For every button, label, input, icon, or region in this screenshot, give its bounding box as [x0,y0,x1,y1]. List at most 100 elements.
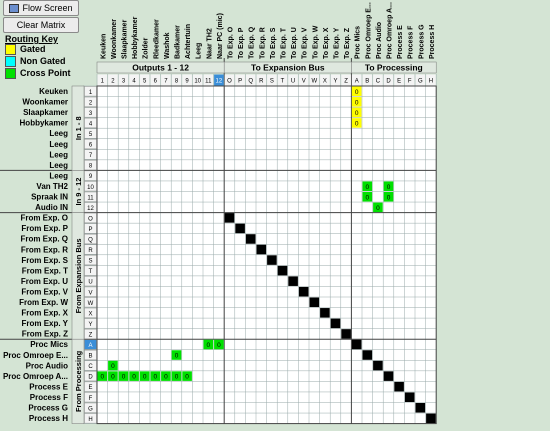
input-group-label: From Processing [74,350,83,412]
row-label-z: From Exp. Z [22,330,68,339]
column-label-p: To Exp. P [238,27,245,59]
column-label-z: To Exp. Z [344,27,351,59]
row-label-6: Leeg [49,140,68,149]
row-label-b: Proc Omroep E... [3,351,68,360]
crosspoint-o-o[interactable] [224,213,235,223]
row-label-g: Process G [28,404,68,413]
row-id-h: H [88,417,92,423]
output-group-label: To Processing [365,63,423,73]
column-label-v: To Exp. V [302,27,309,59]
column-id-t: T [281,79,285,85]
row-id-e: E [88,385,92,391]
crosspoint-u-u[interactable] [288,276,298,286]
row-label-r: From Exp. R [21,245,68,254]
crosspoint-value: 0 [355,120,359,127]
crosspoint-y-y[interactable] [330,318,341,329]
column-label-u: To Exp. U [291,27,298,59]
column-label-9: Achtertuin [185,24,192,59]
input-group-label: In 9 - 12 [74,178,83,206]
row-label-c: Proc Audio [26,361,68,370]
row-id-u: U [88,280,92,286]
column-id-10: 10 [194,79,201,85]
crosspoint-value: 0 [355,89,359,96]
crosspoint-s-s[interactable] [267,255,277,265]
crosspoint-h-h[interactable] [426,413,436,424]
column-id-b: B [365,79,369,85]
crosspoint-r-r[interactable] [256,244,267,255]
column-label-3: Slaapkamer [122,19,129,59]
row-label-a: Proc Mics [30,340,68,349]
crosspoint-f-f[interactable] [404,392,415,402]
crosspoint-value: 0 [132,374,136,381]
crosspoint-a-a[interactable] [351,339,362,350]
crosspoint-t-t[interactable] [277,265,288,276]
crosspoint-value: 0 [100,374,104,381]
crosspoint-value: 0 [164,374,168,381]
row-label-y: From Exp. Y [21,319,68,328]
crosspoint-b-b[interactable] [362,350,373,360]
column-label-a: Proc Mics [355,26,362,59]
column-id-y: Y [333,79,337,85]
crosspoint-z-z[interactable] [341,329,351,339]
column-id-f: F [408,79,412,85]
crosspoint-c-c[interactable] [373,360,383,371]
column-label-x: To Exp. X [323,27,330,59]
input-group-label: From Expansion Bus [74,238,83,313]
column-id-s: S [270,79,274,85]
row-label-d: Proc Omroep A... [3,372,68,381]
row-id-10: 10 [87,185,94,191]
row-id-v: V [88,290,92,296]
column-label-12: Naar PC (mic) [217,13,224,59]
row-id-s: S [88,259,92,265]
column-label-2: Woonkamer [111,19,118,59]
crosspoint-value: 0 [111,374,115,381]
crosspoint-value: 0 [387,184,391,191]
row-id-c: C [88,364,93,370]
column-label-g: Process G [418,24,425,59]
crosspoint-v-v[interactable] [298,286,309,297]
row-label-p: From Exp. P [21,224,68,233]
row-label-h: Process H [29,414,68,423]
crosspoint-value: 0 [355,110,359,117]
row-label-u: From Exp. U [21,277,68,286]
column-id-p: P [238,79,242,85]
row-label-4: Hobbykamer [20,119,68,128]
column-label-d: Proc Omroep A... [387,2,394,59]
crosspoint-w-w[interactable] [309,297,320,308]
column-label-1: Keuken [100,34,107,59]
column-label-w: To Exp. W [312,25,319,59]
crosspoint-g-g[interactable] [415,403,426,413]
column-id-h: H [429,79,433,85]
column-id-g: G [418,79,423,85]
row-id-w: W [88,301,94,307]
column-label-6: Rleedkamer [153,19,160,59]
crosspoint-value: 0 [185,374,189,381]
crosspoint-value: 0 [206,342,210,349]
crosspoint-e-e[interactable] [394,381,404,392]
row-id-r: R [88,248,93,254]
row-id-o: O [88,216,93,222]
row-label-1: Keuken [39,87,68,96]
column-id-z: Z [344,79,348,85]
column-label-10: Leeg [196,43,203,59]
row-id-11: 11 [87,195,94,201]
row-id-12: 12 [87,206,94,212]
crosspoint-p-p[interactable] [235,223,245,234]
column-label-q: To Exp. Q [249,26,256,59]
column-label-7: Washok [164,32,171,59]
crosspoint-x-x[interactable] [320,308,330,318]
crosspoint-value: 0 [365,184,369,191]
row-label-v: From Exp. V [21,287,68,296]
crosspoint-value: 0 [387,194,391,201]
crosspoint-value: 0 [376,205,380,212]
output-group-label: Outputs 1 - 12 [132,63,189,73]
column-id-u: U [291,79,295,85]
row-label-x: From Exp. X [21,309,68,318]
crosspoint-q-q[interactable] [245,234,256,244]
column-label-t: To Exp. T [281,27,288,59]
row-label-q: From Exp. Q [20,235,68,244]
crosspoint-d-d[interactable] [383,371,394,381]
output-group-label: To Expansion Bus [251,63,325,73]
row-id-a: A [88,343,92,349]
column-label-r: To Exp. R [259,27,266,59]
